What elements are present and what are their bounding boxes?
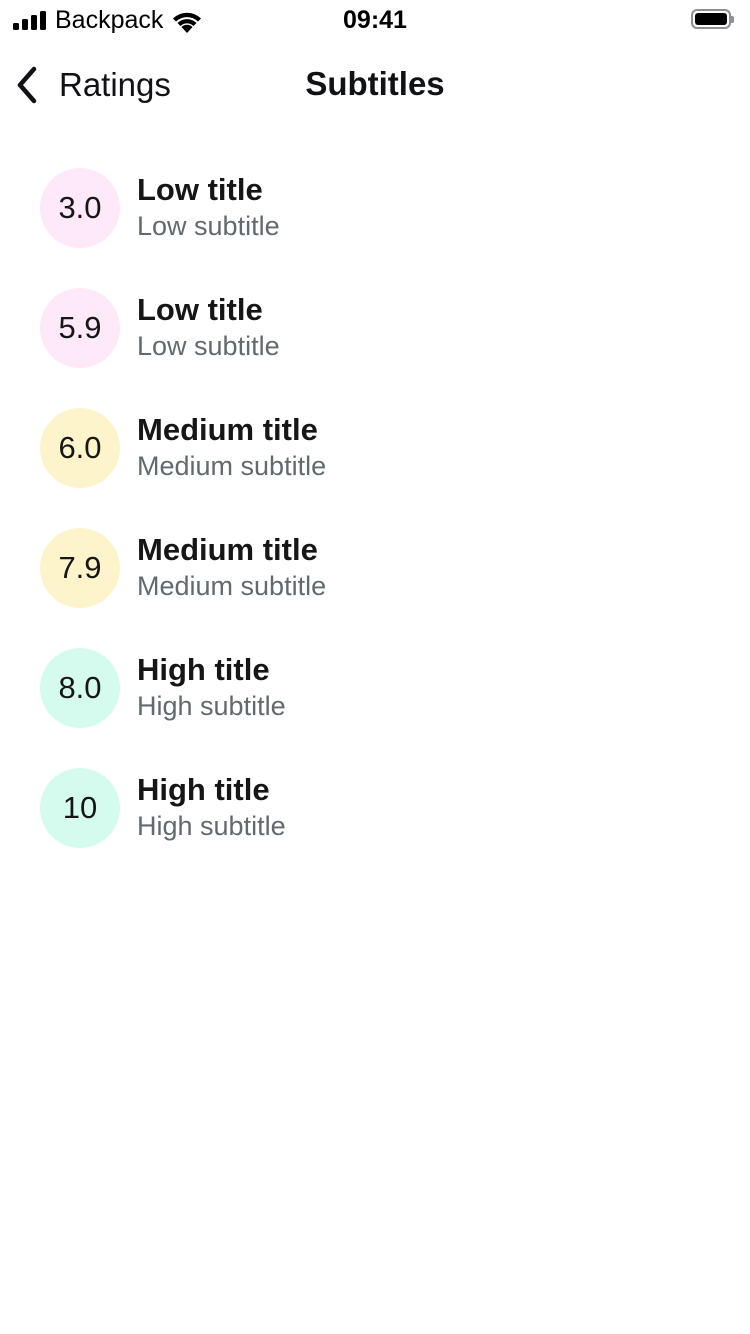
rating-subtitle: High subtitle xyxy=(137,811,286,841)
list-item: 3.0 Low title Low subtitle xyxy=(40,168,720,248)
rating-badge: 7.9 xyxy=(40,528,120,608)
rating-title: Medium title xyxy=(137,532,318,567)
rating-badge: 5.9 xyxy=(40,288,120,368)
rating-title: High title xyxy=(137,652,270,687)
rating-badge: 10 xyxy=(40,768,120,848)
navigation-bar: Ratings Subtitles xyxy=(0,50,750,120)
list-item: 8.0 High title High subtitle xyxy=(40,648,720,728)
rating-badge: 3.0 xyxy=(40,168,120,248)
rating-subtitle: High subtitle xyxy=(137,691,286,721)
rating-badge: 6.0 xyxy=(40,408,120,488)
status-bar: Backpack 09:41 xyxy=(0,0,750,40)
rating-title: Low title xyxy=(137,292,263,327)
rating-title: Low title xyxy=(137,172,263,207)
list-item: 6.0 Medium title Medium subtitle xyxy=(40,408,720,488)
list-item: 7.9 Medium title Medium subtitle xyxy=(40,528,720,608)
rating-title: Medium title xyxy=(137,412,318,447)
battery-icon xyxy=(691,9,734,29)
rating-title: High title xyxy=(137,772,270,807)
rating-subtitle: Medium subtitle xyxy=(137,451,327,481)
rating-subtitle: Low subtitle xyxy=(137,331,280,361)
page-title: Subtitles xyxy=(305,65,445,102)
rating-badge: 8.0 xyxy=(40,648,120,728)
rating-subtitle: Low subtitle xyxy=(137,211,280,241)
list-item: 5.9 Low title Low subtitle xyxy=(40,288,720,368)
status-time: 09:41 xyxy=(343,6,407,34)
rating-subtitle: Medium subtitle xyxy=(137,571,327,601)
ratings-list: 3.0 Low title Low subtitle 5.9 Low title… xyxy=(40,168,720,888)
list-item: 10 High title High subtitle xyxy=(40,768,720,848)
